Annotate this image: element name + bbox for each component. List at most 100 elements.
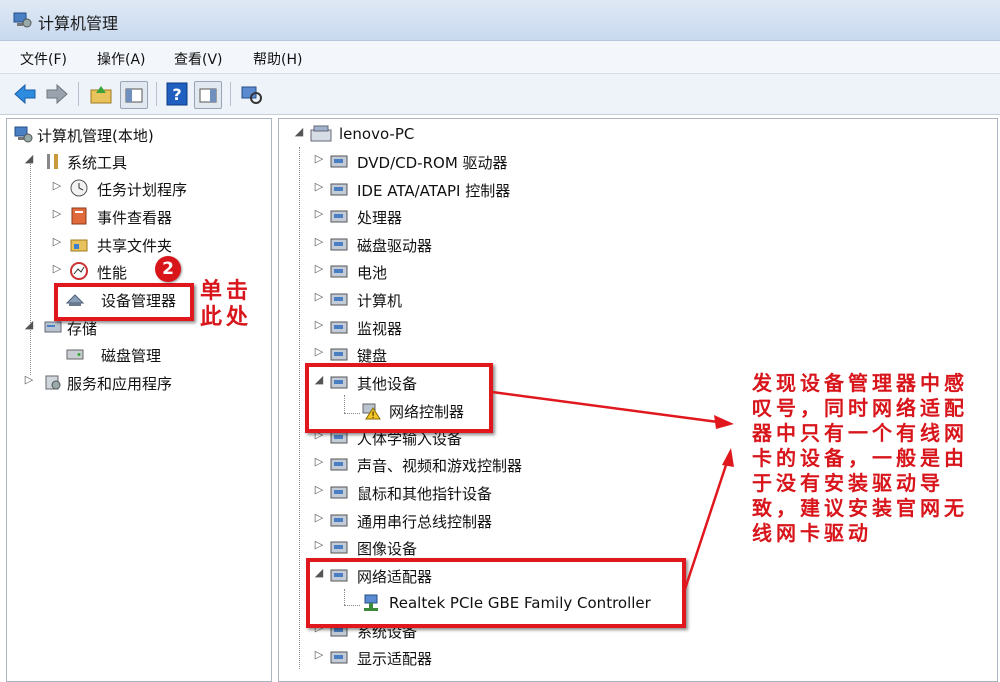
device-category[interactable]: ▷ DVD/CD-ROM 驱动器 <box>313 150 593 174</box>
device-category-icon <box>330 514 348 527</box>
tree-node-task-scheduler[interactable]: ▷ 任务计划程序 <box>51 177 251 201</box>
window-title: 计算机管理 <box>38 14 119 33</box>
highlight-other-devices <box>305 363 493 433</box>
tree-label: 图像设备 <box>357 540 418 559</box>
device-category[interactable]: ▷ 处理器 <box>313 205 593 229</box>
expand-triangle-icon[interactable]: ▷ <box>313 648 325 661</box>
device-category[interactable]: ▷ 电池 <box>313 260 593 284</box>
tree-connector <box>30 159 31 375</box>
menu-view[interactable]: 查看(V) <box>174 49 223 69</box>
expand-triangle-icon[interactable]: ▷ <box>313 152 325 165</box>
collapse-triangle-icon[interactable]: ◢ <box>23 318 35 331</box>
tree-label: 计算机 <box>357 292 403 310</box>
device-tree-root[interactable]: ◢ lenovo-PC <box>293 123 493 147</box>
tree-label: 声音、视频和游戏控制器 <box>357 457 523 476</box>
tree-label: 任务计划程序 <box>97 181 188 199</box>
tree-label: 系统工具 <box>67 154 128 172</box>
performance-icon <box>70 262 88 280</box>
tree-label: 鼠标和其他指针设备 <box>357 485 493 503</box>
device-category[interactable]: ▷ 计算机 <box>313 288 593 312</box>
tools-icon <box>47 154 58 169</box>
event-viewer-icon <box>71 207 87 225</box>
device-category[interactable]: ▷ 鼠标和其他指针设备 <box>313 481 593 505</box>
toolbar: ? <box>0 74 1000 115</box>
tree-label: 通用串行总线控制器 <box>357 512 493 531</box>
clock-icon <box>70 179 88 197</box>
expand-triangle-icon[interactable]: ▷ <box>313 345 325 358</box>
tree-node-root[interactable]: 计算机管理(本地) <box>13 123 263 147</box>
toolbar-separator <box>156 82 157 106</box>
expand-triangle-icon[interactable]: ▷ <box>313 318 325 331</box>
tree-label: 存储 <box>67 320 98 338</box>
step-number-badge: 2 <box>155 256 181 282</box>
tree-label: 监视器 <box>357 319 403 338</box>
expand-triangle-icon[interactable]: ▷ <box>23 373 35 386</box>
menu-file[interactable]: 文件(F) <box>20 49 67 69</box>
forward-arrow-icon[interactable] <box>44 81 70 107</box>
device-category[interactable]: ▷ 显示适配器 <box>313 646 593 670</box>
expand-triangle-icon[interactable]: ▷ <box>313 538 325 551</box>
expand-triangle-icon[interactable]: ▷ <box>313 235 325 248</box>
highlight-network-adapters <box>306 558 686 628</box>
tree-label: 处理器 <box>357 209 403 228</box>
collapse-triangle-icon[interactable]: ◢ <box>23 152 35 165</box>
expand-triangle-icon[interactable]: ▷ <box>313 180 325 193</box>
device-category[interactable]: ▷ 声音、视频和游戏控制器 <box>313 453 593 477</box>
expand-triangle-icon[interactable]: ▷ <box>313 207 325 220</box>
tree-label: 电池 <box>357 264 388 283</box>
tree-node-event-viewer[interactable]: ▷ 事件查看器 <box>51 205 251 229</box>
tree-connector <box>299 147 300 669</box>
device-category-icon <box>330 238 348 251</box>
expand-triangle-icon[interactable]: ▷ <box>313 483 325 496</box>
tree-node-services-apps[interactable]: ▷ 服务和应用程序 <box>23 371 263 395</box>
expand-triangle-icon[interactable]: ▷ <box>51 235 63 248</box>
help-icon[interactable]: ? <box>164 81 190 107</box>
computer-management-icon <box>13 12 32 28</box>
disk-icon <box>66 349 84 360</box>
menu-help[interactable]: 帮助(H) <box>253 49 302 69</box>
device-category-icon <box>330 183 348 196</box>
device-category-icon <box>330 155 348 168</box>
device-category-icon <box>330 458 348 471</box>
scan-hardware-icon[interactable] <box>238 81 264 107</box>
highlight-device-manager <box>54 283 194 321</box>
device-category[interactable]: ▷ 监视器 <box>313 316 593 340</box>
expand-triangle-icon[interactable]: ▷ <box>51 207 63 220</box>
expand-triangle-icon[interactable]: ▷ <box>313 262 325 275</box>
tree-node-shared-folders[interactable]: ▷ 共享文件夹 <box>51 233 251 257</box>
device-category[interactable]: ▷ 图像设备 <box>313 536 593 560</box>
device-category[interactable]: ▷ IDE ATA/ATAPI 控制器 <box>313 178 593 202</box>
tree-label: 性能 <box>97 264 128 282</box>
up-folder-icon[interactable] <box>88 81 114 107</box>
toolbar-separator <box>78 82 79 106</box>
expand-triangle-icon[interactable]: ▷ <box>51 262 63 275</box>
device-category-icon <box>330 293 348 306</box>
navigation-tree-pane: 计算机管理(本地) ◢ 系统工具 ▷ 任务计划程序 ▷ 事件查看器 ▷ 共享文件… <box>6 118 272 682</box>
menu-action[interactable]: 操作(A) <box>97 49 146 69</box>
expand-triangle-icon[interactable]: ▷ <box>313 511 325 524</box>
device-category-icon <box>330 651 348 664</box>
back-arrow-icon[interactable] <box>12 81 38 107</box>
action-pane-icon[interactable] <box>194 81 222 109</box>
tree-label: 磁盘驱动器 <box>357 236 433 255</box>
shared-folder-icon <box>70 239 88 252</box>
device-category[interactable]: ▷ 磁盘驱动器 <box>313 233 593 257</box>
device-category[interactable]: ▷ 通用串行总线控制器 <box>313 509 593 533</box>
device-category-icon <box>330 321 348 334</box>
title-bar: 计算机管理 <box>0 0 1000 41</box>
expand-triangle-icon[interactable]: ▷ <box>51 179 63 192</box>
collapse-triangle-icon[interactable]: ◢ <box>293 125 305 138</box>
explanation-annotation: 发现设备管理器中感叹号，同时网络适配器中只有一个有线网卡的设备，一般是由于没有安… <box>752 371 968 545</box>
toolbar-separator <box>230 82 231 106</box>
tree-label: 共享文件夹 <box>97 237 173 255</box>
tree-node-disk-management[interactable]: 磁盘管理 <box>65 343 265 367</box>
tree-label: 计算机管理(本地) <box>37 127 154 145</box>
expand-triangle-icon[interactable]: ▷ <box>313 290 325 303</box>
tree-label: lenovo-PC <box>339 125 415 143</box>
show-hide-tree-icon[interactable] <box>120 81 148 109</box>
tree-node-system-tools[interactable]: ◢ 系统工具 <box>23 150 223 174</box>
tree-label: 显示适配器 <box>357 650 433 669</box>
tree-label: 磁盘管理 <box>101 347 162 365</box>
tree-label: IDE ATA/ATAPI 控制器 <box>357 181 511 200</box>
expand-triangle-icon[interactable]: ▷ <box>313 455 325 468</box>
